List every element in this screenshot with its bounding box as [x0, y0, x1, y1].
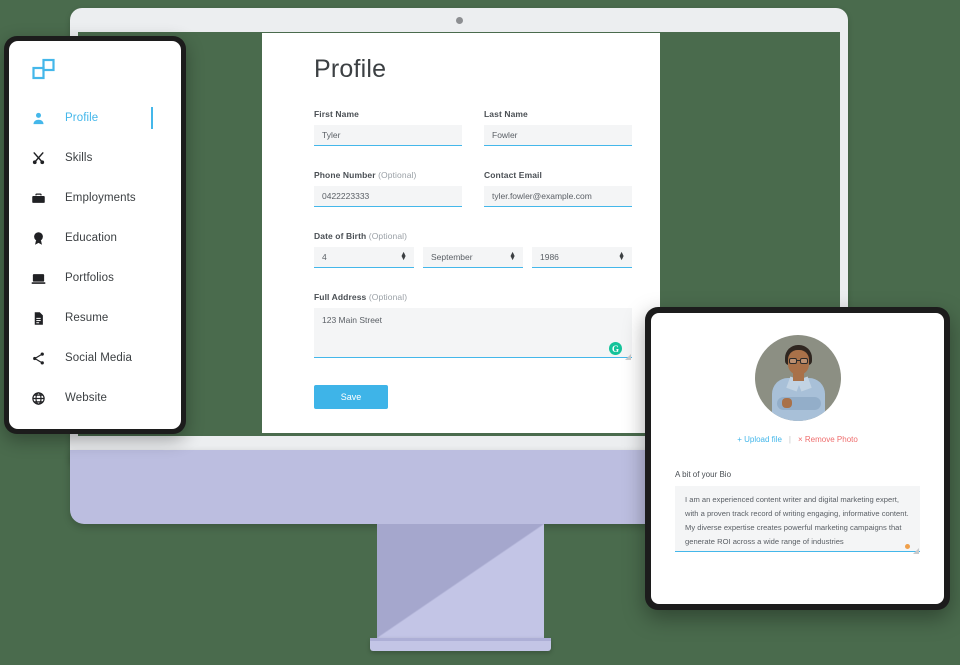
avatar-hand — [781, 398, 792, 408]
sidebar-item-label: Profile — [65, 112, 99, 124]
scene: Profile First Name Last Name Phone Numbe… — [0, 0, 960, 665]
last-name-input[interactable] — [484, 125, 632, 146]
briefcase-icon — [31, 191, 53, 206]
tablet-device-frame: + Upload file | × Remove Photo A bit of … — [645, 307, 950, 610]
address-textarea-wrap: 123 Main Street G — [314, 308, 632, 363]
resize-handle-icon[interactable] — [913, 548, 919, 554]
share-icon — [31, 351, 53, 366]
address-textarea[interactable]: 123 Main Street — [314, 308, 632, 358]
globe-icon — [31, 391, 53, 406]
phone-label: Phone Number (Optional) — [314, 170, 417, 180]
email-input[interactable] — [484, 186, 632, 207]
spinner-icon: ▲ ▼ — [400, 251, 407, 262]
spinner-icon: ▲ ▼ — [618, 251, 625, 262]
user-avatar-photo[interactable] — [754, 335, 841, 421]
sidebar-item-label: Education — [65, 232, 118, 244]
phone-field: Phone Number (Optional) — [314, 170, 462, 207]
glasses-bridge — [796, 360, 800, 362]
active-indicator — [151, 107, 153, 129]
sidebar-item-education[interactable]: Education — [31, 218, 181, 258]
sidebar-item-label: Website — [65, 392, 108, 404]
profile-form-panel: Profile First Name Last Name Phone Numbe… — [262, 33, 660, 433]
dob-month-select[interactable]: September ▲ ▼ — [423, 247, 523, 268]
dob-section: Date of Birth (Optional) 4 ▲ ▼ September … — [314, 231, 632, 268]
sidebar-item-portfolios[interactable]: Portfolios — [31, 258, 181, 298]
avatar-wrap — [675, 335, 920, 421]
sidebar-nav: Profile Skills Employments Education Por… — [9, 98, 181, 418]
app-logo-icon[interactable] — [9, 41, 181, 98]
bio-textarea-wrap: I am an experienced content writer and d… — [675, 486, 920, 557]
last-name-field: Last Name — [484, 109, 632, 146]
monitor-stand-neck — [377, 524, 544, 638]
document-icon — [31, 311, 53, 326]
sidebar-item-skills[interactable]: Skills — [31, 138, 181, 178]
dob-month-value: September — [431, 252, 473, 262]
sidebar-item-resume[interactable]: Resume — [31, 298, 181, 338]
dob-day-select[interactable]: 4 ▲ ▼ — [314, 247, 414, 268]
first-name-input[interactable] — [314, 125, 462, 146]
sidebar-item-profile[interactable]: Profile — [31, 98, 181, 138]
webcam-icon — [455, 17, 463, 24]
award-icon — [31, 231, 53, 246]
phone-input[interactable] — [314, 186, 462, 207]
email-label: Contact Email — [484, 170, 542, 180]
photo-actions: + Upload file | × Remove Photo — [675, 435, 920, 444]
bio-label: A bit of your Bio — [675, 470, 732, 479]
separator: | — [788, 435, 791, 444]
last-name-label: Last Name — [484, 109, 528, 119]
first-name-label: First Name — [314, 109, 359, 119]
plus-icon: + — [737, 435, 742, 444]
spinner-icon: ▲ ▼ — [509, 251, 516, 262]
sidebar-item-employments[interactable]: Employments — [31, 178, 181, 218]
monitor-stand-base-lip — [370, 638, 551, 641]
email-field: Contact Email — [484, 170, 632, 207]
glasses-icon — [799, 358, 808, 364]
upload-file-label: Upload file — [744, 435, 782, 444]
dob-year-value: 1986 — [540, 252, 559, 262]
grammarly-icon[interactable]: G — [609, 342, 622, 355]
dob-row: 4 ▲ ▼ September ▲ ▼ 1986 ▲ ▼ — [314, 247, 632, 268]
contact-field-row: Phone Number (Optional) Contact Email — [314, 170, 632, 207]
person-icon — [31, 111, 53, 126]
sidebar-item-label: Portfolios — [65, 272, 114, 284]
phone-device-frame: Profile Skills Employments Education Por… — [4, 36, 186, 434]
sidebar-item-label: Skills — [65, 152, 93, 164]
page-title: Profile — [314, 55, 387, 83]
photo-bio-panel: + Upload file | × Remove Photo A bit of … — [651, 313, 944, 604]
bio-textarea[interactable]: I am an experienced content writer and d… — [675, 486, 920, 552]
glasses-icon — [788, 358, 797, 364]
sidebar-item-label: Resume — [65, 312, 109, 324]
address-section: Full Address (Optional) 123 Main Street … — [314, 292, 632, 363]
sidebar-item-website[interactable]: Website — [31, 378, 181, 418]
remove-photo-label: Remove Photo — [804, 435, 858, 444]
dob-day-value: 4 — [322, 252, 327, 262]
remove-photo-button[interactable]: × Remove Photo — [798, 435, 858, 444]
status-dot-icon — [905, 544, 910, 549]
name-field-row: First Name Last Name — [314, 109, 632, 146]
first-name-field: First Name — [314, 109, 462, 146]
dob-year-select[interactable]: 1986 ▲ ▼ — [532, 247, 632, 268]
address-optional-tag: (Optional) — [368, 292, 408, 302]
save-button[interactable]: Save — [314, 385, 388, 409]
phone-optional-tag: (Optional) — [378, 170, 417, 180]
sidebar-item-social-media[interactable]: Social Media — [31, 338, 181, 378]
upload-file-button[interactable]: + Upload file — [737, 435, 782, 444]
address-label: Full Address (Optional) — [314, 292, 408, 302]
dob-optional-tag: (Optional) — [368, 231, 408, 241]
close-icon: × — [797, 435, 803, 444]
dob-label: Date of Birth (Optional) — [314, 231, 408, 241]
scissors-icon — [31, 151, 53, 166]
sidebar-panel: Profile Skills Employments Education Por… — [9, 41, 181, 429]
laptop-icon — [31, 271, 53, 286]
sidebar-item-label: Social Media — [65, 352, 133, 364]
sidebar-item-label: Employments — [65, 192, 136, 204]
resize-handle-icon[interactable] — [625, 354, 631, 360]
